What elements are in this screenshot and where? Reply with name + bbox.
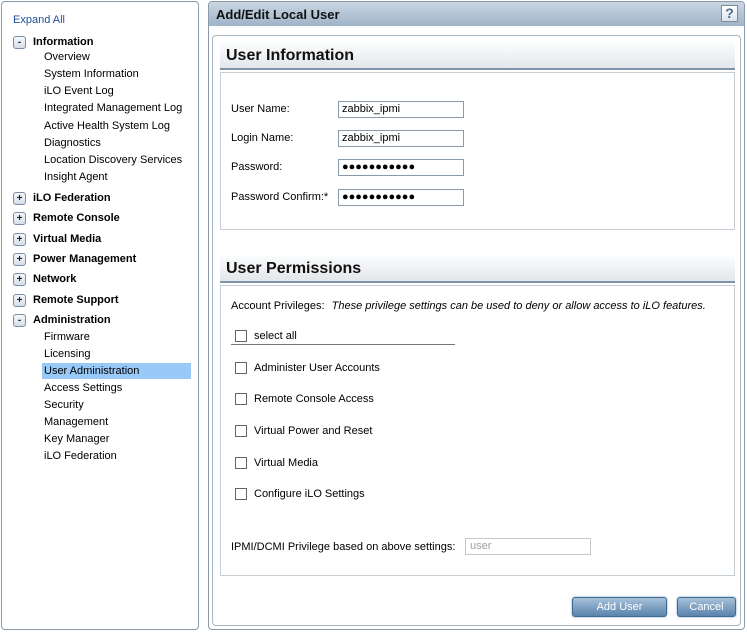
nav-item-overview[interactable]: Overview — [42, 49, 191, 65]
checkbox-label[interactable]: Configure iLO Settings — [254, 488, 365, 500]
section-title: User Information — [226, 47, 355, 64]
checkbox-label[interactable]: Virtual Power and Reset — [254, 425, 372, 437]
nav-group-label[interactable]: Network — [33, 273, 76, 285]
privilege-virtual-media[interactable]: Virtual Media — [235, 456, 318, 470]
login-name-label: Login Name: — [231, 132, 294, 144]
nav-group-information[interactable]: - Information — [13, 34, 94, 50]
nav-group-label[interactable]: Virtual Media — [33, 233, 101, 245]
checkbox-label[interactable]: Virtual Media — [254, 457, 318, 469]
account-privileges-label: Account Privileges: — [231, 300, 325, 312]
nav-group-label[interactable]: Remote Support — [33, 294, 119, 306]
checkbox[interactable] — [235, 393, 247, 405]
password-input[interactable]: ●●●●●●●●●●● — [338, 159, 464, 176]
account-privileges-note: These privilege settings can be used to … — [331, 300, 706, 312]
select-all-checkbox-row[interactable]: select all — [235, 329, 297, 343]
user-permissions-body: Account Privileges: These privilege sett… — [220, 285, 735, 576]
nav-group-remote-console[interactable]: + Remote Console — [13, 210, 120, 226]
checkbox-label[interactable]: Remote Console Access — [254, 393, 374, 405]
login-name-input[interactable]: zabbix_ipmi — [338, 130, 464, 147]
nav-group-virtual-media[interactable]: + Virtual Media — [13, 231, 101, 247]
nav-item-security[interactable]: Security — [42, 397, 191, 413]
form-container: User Information User Name: zabbix_ipmi … — [212, 35, 741, 626]
expand-icon[interactable]: + — [13, 272, 26, 286]
nav-group-ilo-federation[interactable]: + iLO Federation — [13, 190, 111, 206]
section-title: User Permissions — [226, 260, 362, 277]
privilege-remote-console-access[interactable]: Remote Console Access — [235, 392, 374, 406]
nav-item-system-information[interactable]: System Information — [42, 66, 191, 82]
user-information-body: User Name: zabbix_ipmi Login Name: zabbi… — [220, 72, 735, 230]
nav-item-insight-agent[interactable]: Insight Agent — [42, 169, 191, 185]
collapse-icon[interactable]: - — [13, 35, 26, 49]
nav-item-firmware[interactable]: Firmware — [42, 329, 191, 345]
nav-item-ilo-federation[interactable]: iLO Federation — [42, 448, 191, 464]
checkbox[interactable] — [235, 362, 247, 374]
nav-item-management[interactable]: Management — [42, 414, 191, 430]
password-label: Password: — [231, 161, 283, 173]
nav-group-label[interactable]: Remote Console — [33, 212, 120, 224]
user-information-header: User Information — [220, 40, 735, 70]
select-all-checkbox[interactable] — [235, 330, 247, 342]
nav-group-administration[interactable]: - Administration — [13, 312, 111, 328]
nav-group-remote-support[interactable]: + Remote Support — [13, 292, 119, 308]
user-permissions-header: User Permissions — [220, 253, 735, 283]
divider — [231, 344, 455, 345]
expand-icon[interactable]: + — [13, 252, 26, 266]
nav-item-user-administration[interactable]: User Administration — [42, 363, 191, 379]
add-user-button[interactable]: Add User — [572, 597, 667, 617]
user-name-label: User Name: — [231, 103, 290, 115]
nav-group-label[interactable]: Administration — [33, 314, 111, 326]
cancel-button[interactable]: Cancel — [677, 597, 736, 617]
nav-item-diagnostics[interactable]: Diagnostics — [42, 135, 191, 151]
checkbox[interactable] — [235, 425, 247, 437]
nav-item-licensing[interactable]: Licensing — [42, 346, 191, 362]
checkbox-label[interactable]: select all — [254, 330, 297, 342]
expand-icon[interactable]: + — [13, 191, 26, 205]
nav-item-key-manager[interactable]: Key Manager — [42, 431, 191, 447]
nav-item-access-settings[interactable]: Access Settings — [42, 380, 191, 396]
ipmi-privilege-label: IPMI/DCMI Privilege based on above setti… — [231, 541, 456, 553]
sidebar-nav: Expand All - Information Overview System… — [1, 1, 199, 630]
nav-group-label[interactable]: iLO Federation — [33, 192, 111, 204]
ipmi-privilege-field: user — [465, 538, 591, 555]
user-name-input[interactable]: zabbix_ipmi — [338, 101, 464, 118]
account-privileges-row: Account Privileges: These privilege sett… — [231, 300, 706, 312]
nav-group-network[interactable]: + Network — [13, 271, 76, 287]
checkbox[interactable] — [235, 457, 247, 469]
expand-icon[interactable]: + — [13, 293, 26, 307]
expand-icon[interactable]: + — [13, 232, 26, 246]
main-panel: Add/Edit Local User ? User Information U… — [208, 1, 745, 630]
nav-item-location-discovery-services[interactable]: Location Discovery Services — [42, 152, 191, 168]
panel-title-bar: Add/Edit Local User ? — [209, 2, 744, 26]
expand-all-link[interactable]: Expand All — [13, 14, 65, 26]
nav-group-power-management[interactable]: + Power Management — [13, 251, 136, 267]
checkbox[interactable] — [235, 488, 247, 500]
privilege-configure-ilo-settings[interactable]: Configure iLO Settings — [235, 487, 365, 501]
collapse-icon[interactable]: - — [13, 313, 26, 327]
nav-group-label[interactable]: Power Management — [33, 253, 136, 265]
help-icon[interactable]: ? — [721, 5, 738, 22]
expand-icon[interactable]: + — [13, 211, 26, 225]
page-title: Add/Edit Local User — [216, 7, 340, 22]
nav-group-label[interactable]: Information — [33, 36, 94, 48]
password-confirm-label: Password Confirm:* — [231, 191, 329, 203]
nav-item-ilo-event-log[interactable]: iLO Event Log — [42, 83, 191, 99]
password-confirm-input[interactable]: ●●●●●●●●●●● — [338, 189, 464, 206]
privilege-virtual-power-and-reset[interactable]: Virtual Power and Reset — [235, 424, 372, 438]
nav-item-active-health-system-log[interactable]: Active Health System Log — [42, 118, 191, 134]
checkbox-label[interactable]: Administer User Accounts — [254, 362, 380, 374]
nav-item-integrated-management-log[interactable]: Integrated Management Log — [42, 100, 191, 116]
privilege-administer-user-accounts[interactable]: Administer User Accounts — [235, 361, 380, 375]
